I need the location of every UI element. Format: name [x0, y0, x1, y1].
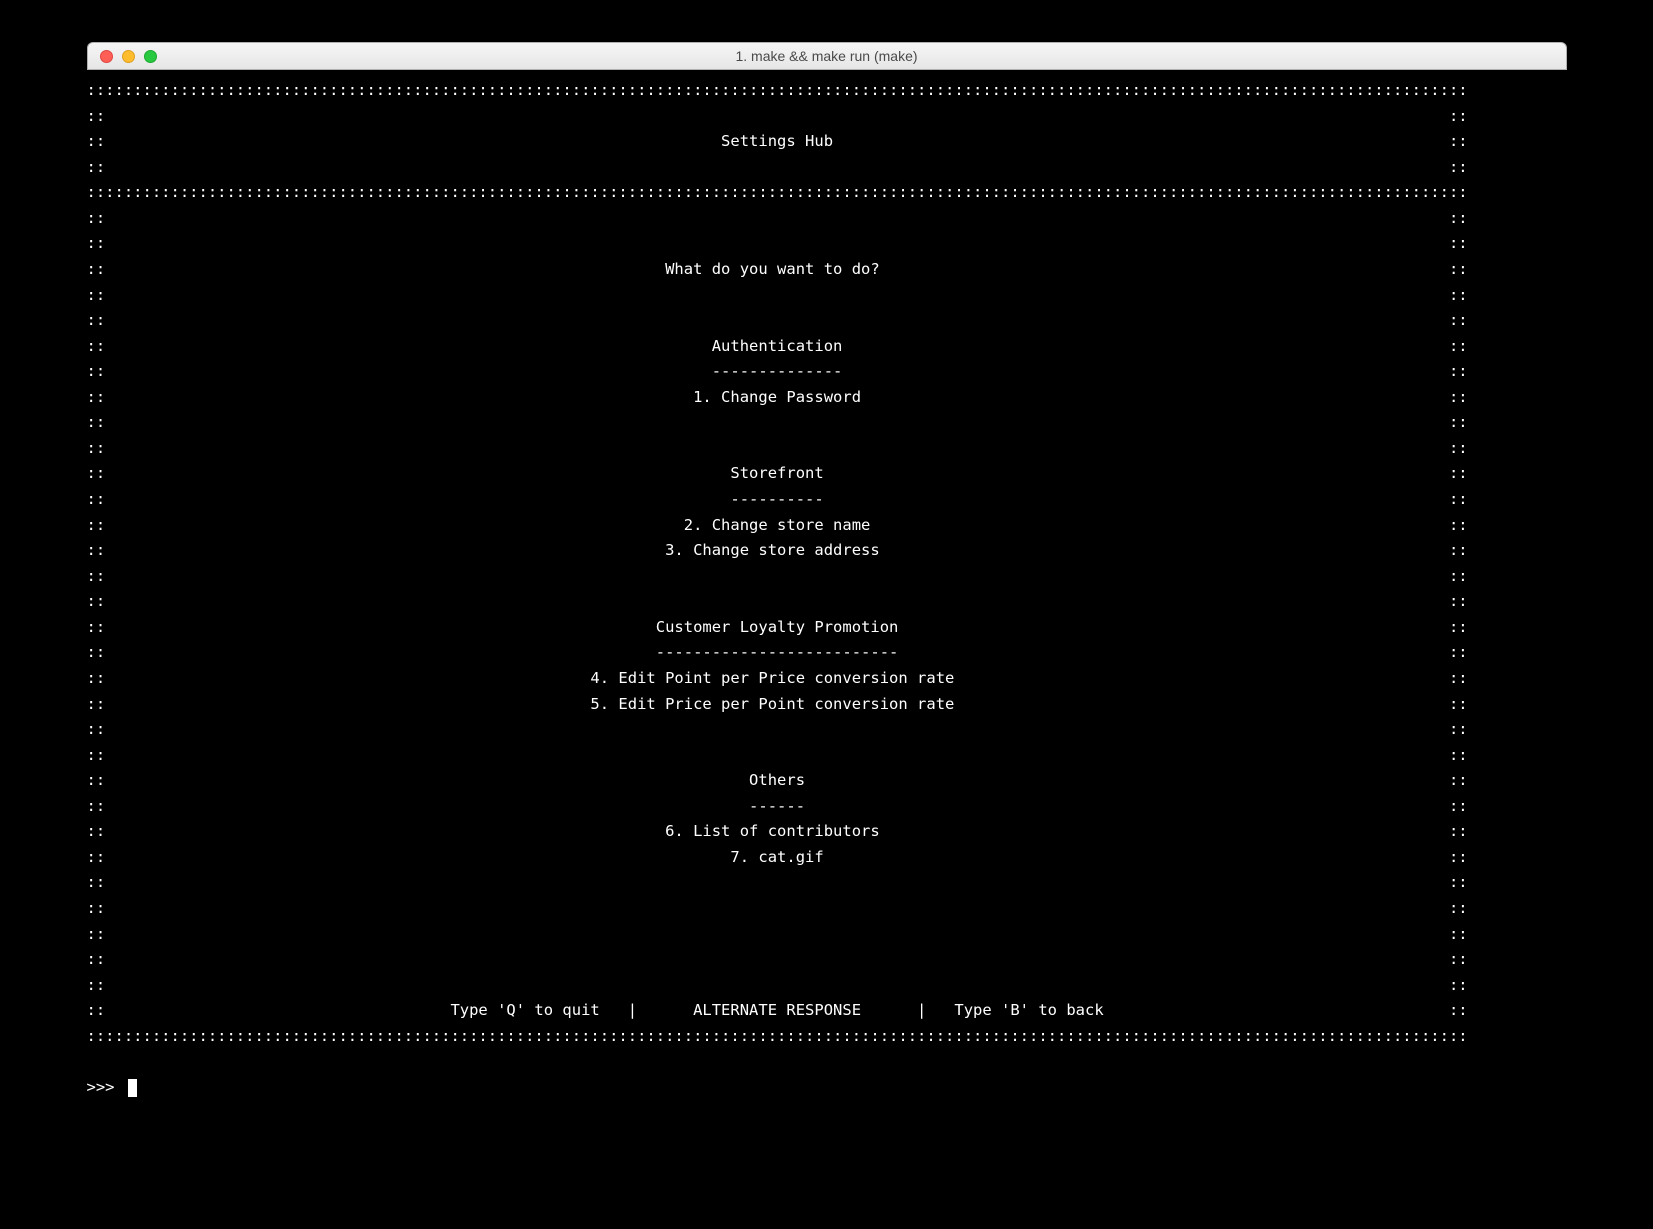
box-spacer: :: ::: [87, 947, 1567, 973]
menu-item[interactable]: :: 2. Change store name ::: [87, 513, 1567, 539]
menu-item[interactable]: :: 7. cat.gif ::: [87, 845, 1567, 871]
box-spacer: :: ::: [87, 283, 1567, 309]
box-spacer: :: ::: [87, 589, 1567, 615]
box-spacer: :: ::: [87, 922, 1567, 948]
blank-line: [87, 1049, 1567, 1075]
section-title: :: Authentication ::: [87, 334, 1567, 360]
close-icon[interactable]: [100, 50, 113, 63]
input-prompt[interactable]: >>>: [87, 1075, 1567, 1101]
box-spacer: :: ::: [87, 870, 1567, 896]
box-border-divider: ::::::::::::::::::::::::::::::::::::::::…: [87, 180, 1567, 206]
box-spacer: :: ::: [87, 206, 1567, 232]
prompt-symbol: >>>: [87, 1075, 124, 1101]
section-title: :: Customer Loyalty Promotion ::: [87, 615, 1567, 641]
terminal-output: ::::::::::::::::::::::::::::::::::::::::…: [87, 70, 1567, 1101]
box-spacer: :: ::: [87, 231, 1567, 257]
box-spacer: :: ::: [87, 564, 1567, 590]
box-spacer: :: ::: [87, 896, 1567, 922]
zoom-icon[interactable]: [144, 50, 157, 63]
box-spacer: :: ::: [87, 104, 1567, 130]
window-titlebar: 1. make && make run (make): [87, 42, 1567, 70]
page-title: :: Settings Hub ::: [87, 129, 1567, 155]
menu-item[interactable]: :: 5. Edit Price per Point conversion ra…: [87, 692, 1567, 718]
section-underline: :: -------------------------- ::: [87, 640, 1567, 666]
window-controls: [100, 50, 157, 63]
box-spacer: :: ::: [87, 155, 1567, 181]
section-underline: :: ---------- ::: [87, 487, 1567, 513]
prompt-question: :: What do you want to do? ::: [87, 257, 1567, 283]
box-spacer: :: ::: [87, 717, 1567, 743]
section-underline: :: -------------- ::: [87, 359, 1567, 385]
cursor-icon: [128, 1079, 137, 1097]
menu-item[interactable]: :: 1. Change Password ::: [87, 385, 1567, 411]
menu-item[interactable]: :: 4. Edit Point per Price conversion ra…: [87, 666, 1567, 692]
section-title: :: Storefront ::: [87, 461, 1567, 487]
box-spacer: :: ::: [87, 410, 1567, 436]
minimize-icon[interactable]: [122, 50, 135, 63]
section-title: :: Others ::: [87, 768, 1567, 794]
box-spacer: :: ::: [87, 743, 1567, 769]
box-spacer: :: ::: [87, 973, 1567, 999]
box-spacer: :: ::: [87, 308, 1567, 334]
menu-item[interactable]: :: 3. Change store address ::: [87, 538, 1567, 564]
box-border-top: ::::::::::::::::::::::::::::::::::::::::…: [87, 78, 1567, 104]
box-border-bottom: ::::::::::::::::::::::::::::::::::::::::…: [87, 1024, 1567, 1050]
menu-item[interactable]: :: 6. List of contributors ::: [87, 819, 1567, 845]
window-title: 1. make && make run (make): [88, 48, 1566, 64]
section-underline: :: ------ ::: [87, 794, 1567, 820]
box-spacer: :: ::: [87, 436, 1567, 462]
terminal-window: 1. make && make run (make) :::::::::::::…: [87, 42, 1567, 1101]
footer-hints: :: Type 'Q' to quit | ALTERNATE RESPONSE…: [87, 998, 1567, 1024]
